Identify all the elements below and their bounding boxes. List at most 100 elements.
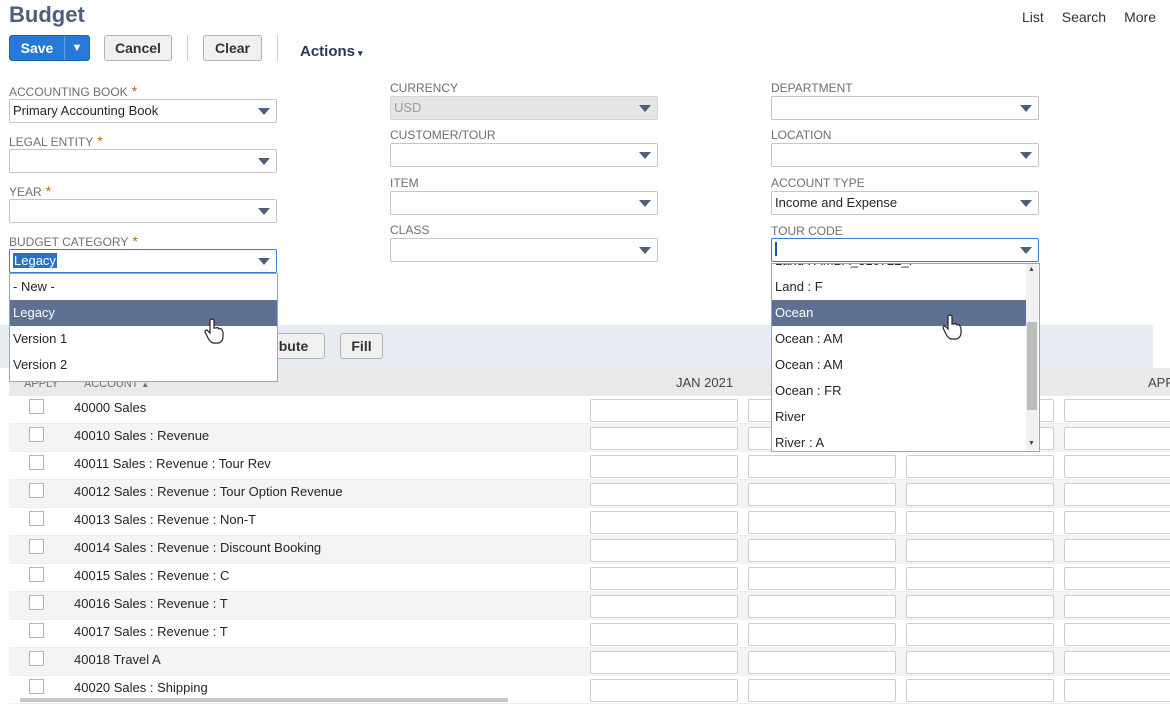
amount-cell[interactable]: [1064, 623, 1170, 646]
actions-menu[interactable]: Actions ▾: [300, 43, 363, 60]
amount-cell[interactable]: [748, 567, 896, 590]
fill-button[interactable]: Fill: [340, 333, 383, 359]
budget-category-select[interactable]: Legacy: [9, 249, 277, 273]
amount-cell[interactable]: [1064, 679, 1170, 702]
amount-cell[interactable]: [906, 567, 1054, 590]
apply-checkbox[interactable]: [29, 455, 44, 470]
actions-label[interactable]: Actions: [300, 43, 355, 60]
dropdown-option-selected[interactable]: Ocean: [772, 300, 1026, 326]
apply-checkbox[interactable]: [29, 511, 44, 526]
amount-cell[interactable]: [906, 651, 1054, 674]
amount-cell[interactable]: [1064, 455, 1170, 478]
amount-cell[interactable]: [748, 679, 896, 702]
chevron-down-icon[interactable]: [639, 200, 651, 207]
amount-cell[interactable]: [748, 455, 896, 478]
dropdown-option[interactable]: Ocean : FR: [772, 378, 1026, 404]
dropdown-option[interactable]: Version 1: [10, 326, 277, 352]
dropdown-option[interactable]: Land : AMBA_310722_F: [772, 264, 1026, 274]
dropdown-option[interactable]: Ocean : AM: [772, 352, 1026, 378]
amount-cell[interactable]: [590, 623, 738, 646]
amount-cell[interactable]: [1064, 539, 1170, 562]
dropdown-option[interactable]: Land : F: [772, 274, 1026, 300]
amount-cell[interactable]: [1064, 567, 1170, 590]
amount-cell[interactable]: [590, 483, 738, 506]
amount-cell[interactable]: [590, 595, 738, 618]
apply-checkbox[interactable]: [29, 623, 44, 638]
customer-tour-select[interactable]: [390, 143, 658, 167]
amount-cell[interactable]: [1064, 427, 1170, 450]
dropdown-option[interactable]: River : A: [772, 430, 1026, 451]
search-link[interactable]: Search: [1062, 9, 1106, 25]
amount-cell[interactable]: [590, 567, 738, 590]
amount-cell[interactable]: [1064, 511, 1170, 534]
dropdown-option[interactable]: Ocean : AM: [772, 326, 1026, 352]
amount-cell[interactable]: [590, 651, 738, 674]
accounting-book-select[interactable]: Primary Accounting Book: [9, 99, 277, 123]
location-select[interactable]: [771, 143, 1039, 167]
legal-entity-select[interactable]: [9, 149, 277, 173]
amount-cell[interactable]: [590, 455, 738, 478]
scroll-down-icon[interactable]: ▼: [1028, 440, 1035, 447]
chevron-down-icon[interactable]: [258, 208, 270, 215]
apply-checkbox[interactable]: [29, 595, 44, 610]
apply-checkbox[interactable]: [29, 567, 44, 582]
chevron-down-icon[interactable]: [1020, 247, 1032, 254]
dropdown-scroll-thumb[interactable]: [1027, 322, 1037, 410]
amount-cell[interactable]: [906, 539, 1054, 562]
apply-checkbox[interactable]: [29, 539, 44, 554]
amount-cell[interactable]: [906, 511, 1054, 534]
apply-checkbox[interactable]: [29, 679, 44, 694]
amount-cell[interactable]: [590, 427, 738, 450]
amount-cell[interactable]: [748, 511, 896, 534]
amount-cell[interactable]: [748, 539, 896, 562]
jan-2021-column-header[interactable]: JAN 2021: [676, 375, 733, 390]
amount-cell[interactable]: [748, 651, 896, 674]
dropdown-option[interactable]: Version 2: [10, 352, 277, 378]
chevron-down-icon[interactable]: [1020, 200, 1032, 207]
chevron-down-icon[interactable]: [258, 258, 270, 265]
amount-cell[interactable]: [748, 623, 896, 646]
amount-cell[interactable]: [906, 679, 1054, 702]
amount-cell[interactable]: [1064, 483, 1170, 506]
amount-cell[interactable]: [906, 595, 1054, 618]
save-menu-arrow-icon[interactable]: ▼: [64, 36, 89, 60]
amount-cell[interactable]: [590, 679, 738, 702]
chevron-down-icon[interactable]: [258, 108, 270, 115]
apply-checkbox[interactable]: [29, 651, 44, 666]
chevron-down-icon[interactable]: [639, 247, 651, 254]
apply-checkbox[interactable]: [29, 483, 44, 498]
amount-cell[interactable]: [1064, 399, 1170, 422]
amount-cell[interactable]: [590, 539, 738, 562]
chevron-down-icon[interactable]: [1020, 152, 1032, 159]
item-select[interactable]: [390, 191, 658, 215]
amount-cell[interactable]: [748, 595, 896, 618]
chevron-down-icon[interactable]: [258, 158, 270, 165]
year-select[interactable]: [9, 199, 277, 223]
amount-cell[interactable]: [906, 623, 1054, 646]
save-button[interactable]: Save ▼: [9, 35, 90, 61]
dropdown-option[interactable]: - New -: [10, 274, 277, 300]
tour-code-input[interactable]: [771, 238, 1039, 262]
apr-column-header[interactable]: APR: [1148, 375, 1170, 390]
clear-button[interactable]: Clear: [203, 35, 262, 61]
list-link[interactable]: List: [1022, 9, 1044, 25]
chevron-down-icon[interactable]: [1020, 105, 1032, 112]
chevron-down-icon[interactable]: [639, 152, 651, 159]
amount-cell[interactable]: [1064, 651, 1170, 674]
account-type-select[interactable]: Income and Expense: [771, 191, 1039, 215]
class-select[interactable]: [390, 238, 658, 262]
amount-cell[interactable]: [590, 511, 738, 534]
horizontal-scrollbar[interactable]: [20, 698, 508, 702]
dropdown-option-selected[interactable]: Legacy: [10, 300, 277, 326]
amount-cell[interactable]: [906, 455, 1054, 478]
amount-cell[interactable]: [1064, 595, 1170, 618]
save-button-label[interactable]: Save: [10, 36, 64, 60]
amount-cell[interactable]: [748, 483, 896, 506]
amount-cell[interactable]: [906, 483, 1054, 506]
more-link[interactable]: More: [1124, 9, 1156, 25]
dropdown-option[interactable]: River: [772, 404, 1026, 430]
apply-checkbox[interactable]: [29, 427, 44, 442]
department-select[interactable]: [771, 96, 1039, 120]
scroll-up-icon[interactable]: ▲: [1028, 266, 1035, 273]
apply-checkbox[interactable]: [29, 399, 44, 414]
